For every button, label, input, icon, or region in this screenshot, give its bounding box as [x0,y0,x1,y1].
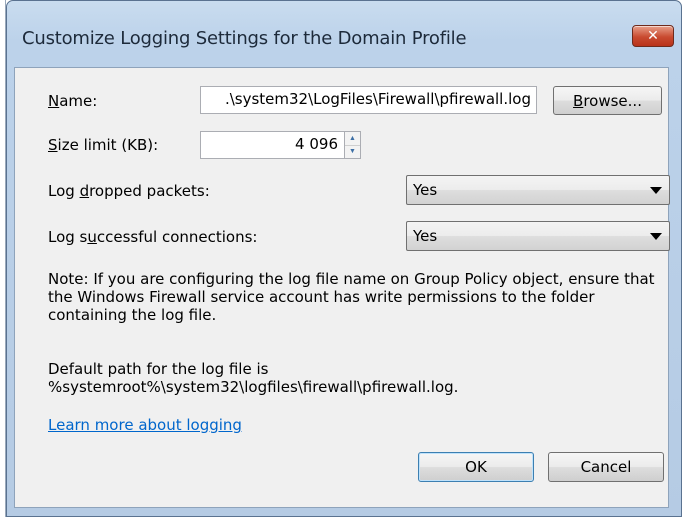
log-file-name-input[interactable]: .\system32\LogFiles\Firewall\pfirewall.l… [200,86,537,114]
cancel-button[interactable]: Cancel [548,452,664,482]
spin-up-icon[interactable]: ▲ [345,132,360,146]
size-limit-label: Size limit (KB): [48,136,159,154]
default-path-value: %systemroot%\system32\logfiles\firewall\… [48,378,459,396]
browse-button[interactable]: Browse... [553,86,662,115]
close-button[interactable]: ✕ [632,25,674,47]
log-successful-connections-select[interactable]: Yes [406,221,670,251]
learn-more-link[interactable]: Learn more about logging [48,416,242,434]
size-limit-spinner[interactable]: ▲ ▼ [345,131,361,159]
note-text: Note: If you are configuring the log fil… [48,270,655,324]
close-icon: ✕ [647,28,659,44]
log-dropped-packets-select[interactable]: Yes [406,175,670,205]
name-label: Name: [48,92,98,110]
window-title: Customize Logging Settings for the Domai… [22,28,467,49]
log-dropped-packets-label: Log dropped packets: [48,182,210,200]
ok-button[interactable]: OK [418,452,534,482]
spin-down-icon[interactable]: ▼ [345,146,360,159]
default-path-label: Default path for the log file is [48,360,269,378]
log-successful-connections-label: Log successful connections: [48,228,258,246]
selected-value: Yes [413,181,438,199]
size-limit-input[interactable]: 4 096 [200,131,345,159]
selected-value: Yes [413,227,438,245]
chevron-down-icon [650,233,662,240]
chevron-down-icon [650,187,662,194]
